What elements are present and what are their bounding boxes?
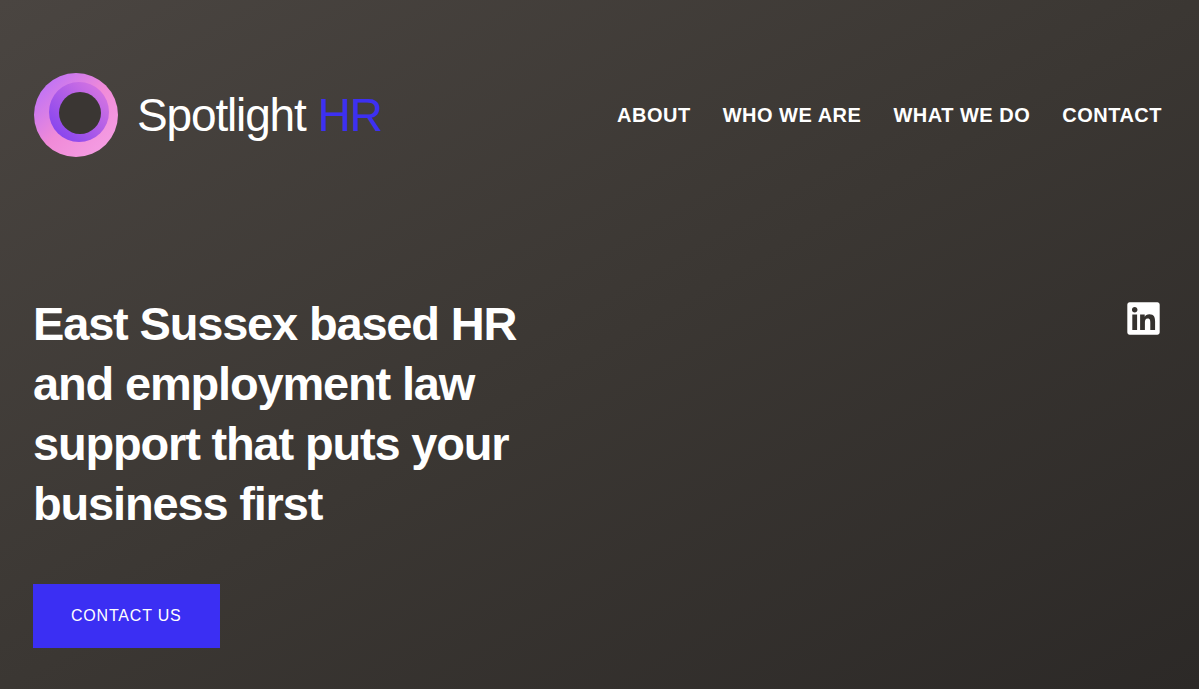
contact-button[interactable]: CONTACT US xyxy=(33,584,220,648)
logo-swirl-icon xyxy=(33,72,119,158)
nav-link[interactable]: ABOUT xyxy=(617,100,691,130)
nav-link[interactable]: WHO WE ARE xyxy=(723,100,862,130)
hero-page: Spotlight HR ABOUT WHO WE ARE WHAT WE DO CONT… xyxy=(0,0,1199,689)
site-header: Spotlight HR ABOUT WHO WE ARE WHAT WE DO CONT… xyxy=(33,72,1166,158)
logo-name: Spotlight xyxy=(137,92,306,138)
hero-content: East Sussex based HR and employment law … xyxy=(33,294,593,648)
nav-link[interactable]: CONTACT xyxy=(1062,100,1162,130)
logo-accent: HR xyxy=(318,92,382,138)
main-nav: ABOUT WHO WE ARE WHAT WE DO CONTACT xyxy=(617,100,1166,130)
hero-headline: East Sussex based HR and employment law … xyxy=(33,294,593,534)
logo[interactable]: Spotlight HR xyxy=(33,72,382,158)
nav-link[interactable]: WHAT WE DO xyxy=(893,100,1030,130)
hero: East Sussex based HR and employment law … xyxy=(33,294,1166,648)
linkedin-icon[interactable] xyxy=(1125,300,1162,337)
